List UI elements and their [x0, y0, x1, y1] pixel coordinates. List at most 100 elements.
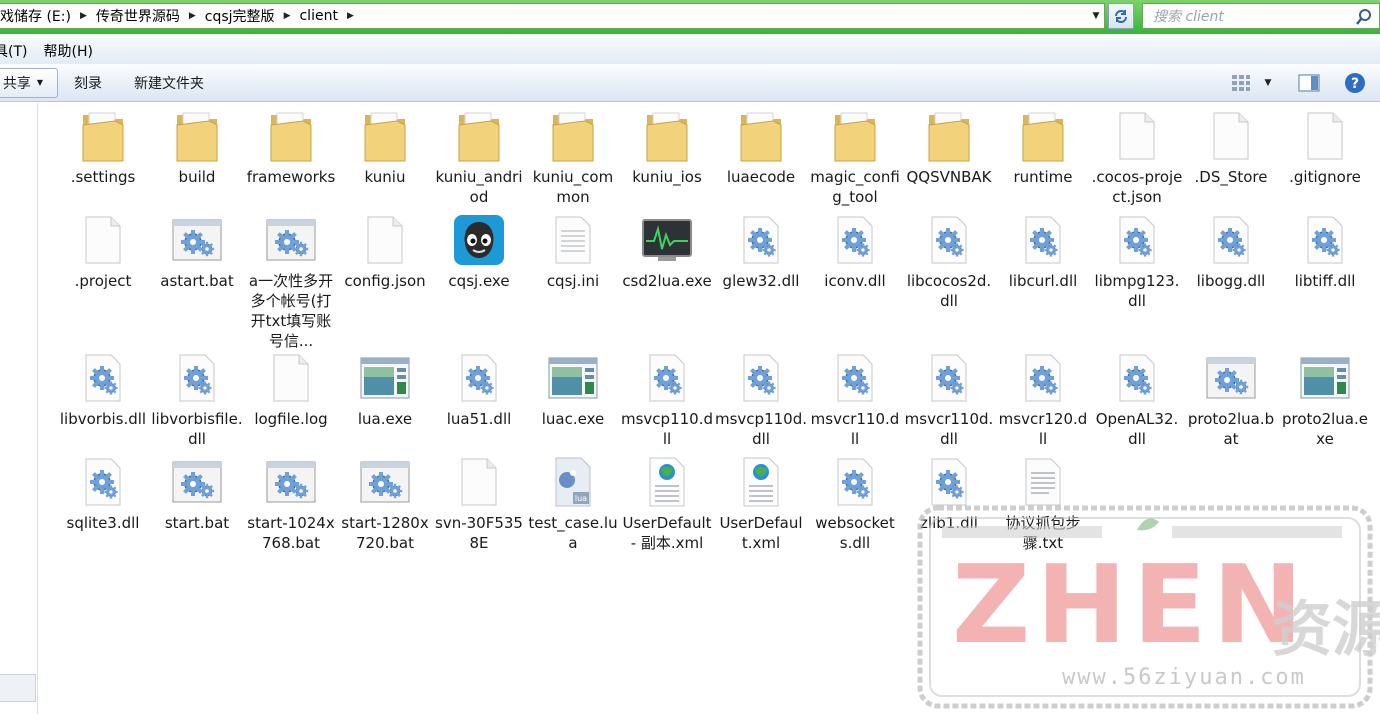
file-item[interactable]: runtime [996, 105, 1090, 187]
file-item[interactable]: msvcp110d.dll [714, 347, 808, 449]
file-item[interactable]: glew32.dll [714, 209, 808, 291]
file-item[interactable]: kuniu [338, 105, 432, 187]
breadcrumb-arrow-icon[interactable]: ▶ [284, 11, 291, 21]
file-item[interactable]: libmpg123.dll [1090, 209, 1184, 311]
file-item[interactable]: a一次性多开多个帐号(打开txt填写账号信... [244, 209, 338, 351]
file-item[interactable]: UserDefault.xml [714, 451, 808, 553]
menu-help[interactable]: 帮助(H) [35, 41, 100, 61]
file-item[interactable]: kuniu_ios [620, 105, 714, 187]
breadcrumb-arrow-icon[interactable]: ▶ [189, 11, 196, 21]
file-item-label: proto2lua.exe [1281, 410, 1368, 448]
file-item[interactable]: config.json [338, 209, 432, 291]
file-item[interactable]: astart.bat [150, 209, 244, 291]
file-item-icon-wrap [338, 209, 432, 271]
refresh-button[interactable] [1108, 3, 1134, 29]
dll-icon [931, 458, 967, 506]
file-item[interactable]: kuniu_common [526, 105, 620, 207]
file-item[interactable]: cqsj.ini [526, 209, 620, 291]
file-item[interactable]: UserDefault - 副本.xml [620, 451, 714, 553]
file-item[interactable]: luac.exe [526, 347, 620, 429]
file-item[interactable]: kuniu_andriod [432, 105, 526, 207]
dll-icon [743, 216, 779, 264]
file-item-label: zlib1.dll [920, 514, 978, 532]
file-item[interactable]: proto2lua.bat [1184, 347, 1278, 449]
file-item[interactable]: websockets.dll [808, 451, 902, 553]
file-item[interactable]: msvcr120.dll [996, 347, 1090, 449]
file-item[interactable]: libtiff.dll [1278, 209, 1372, 291]
address-history-dropdown-icon[interactable]: ▼ [1087, 3, 1105, 29]
search-icon[interactable] [1355, 8, 1373, 26]
file-item-label: astart.bat [160, 272, 234, 290]
file-item[interactable]: msvcp110.dll [620, 347, 714, 449]
preview-pane-button[interactable] [1296, 68, 1322, 98]
breadcrumb-arrow-icon[interactable]: ▶ [80, 11, 87, 21]
breadcrumb-full-version[interactable]: cqsj完整版 ▶ [205, 6, 300, 26]
file-item[interactable]: proto2lua.exe [1278, 347, 1372, 449]
new-folder-button[interactable]: 新建文件夹 [118, 68, 220, 98]
share-label: 共享 [2, 75, 31, 92]
file-item-label: libogg.dll [1196, 272, 1266, 290]
folder-icon [552, 112, 594, 162]
file-item[interactable]: msvcr110d.dll [902, 347, 996, 449]
file-item[interactable]: libvorbisfile.dll [150, 347, 244, 449]
file-item[interactable]: build [150, 105, 244, 187]
menu-tools[interactable]: 具(T) [0, 41, 35, 61]
view-options-button[interactable] [1228, 68, 1254, 98]
file-item[interactable]: .gitignore [1278, 105, 1372, 187]
burn-button[interactable]: 刻录 [58, 68, 118, 98]
file-item[interactable]: .settings [56, 105, 150, 187]
file-item[interactable]: libogg.dll [1184, 209, 1278, 291]
file-item[interactable]: start.bat [150, 451, 244, 533]
navigation-pane[interactable] [0, 103, 38, 714]
file-item[interactable]: 协议抓包步骤.txt [996, 451, 1090, 553]
file-item[interactable]: .DS_Store [1184, 105, 1278, 187]
file-item[interactable]: iconv.dll [808, 209, 902, 291]
file-item[interactable]: start-1024x768.bat [244, 451, 338, 553]
file-item[interactable]: magic_config_tool [808, 105, 902, 207]
address-bar[interactable]: 戏储存 (E:) ▶ 传奇世界源码 ▶ cqsj完整版 ▶ client ▶ [0, 3, 1105, 29]
file-item[interactable]: lua.exe [338, 347, 432, 429]
file-item-label: runtime [1013, 168, 1073, 186]
svg-text:?: ? [1351, 76, 1359, 92]
file-item[interactable]: .cocos-project.json [1090, 105, 1184, 207]
file-item-label: QQSVNBAK [906, 168, 992, 186]
file-item[interactable]: OpenAL32.dll [1090, 347, 1184, 449]
file-item-icon-wrap [150, 347, 244, 409]
file-item[interactable]: msvcr110.dll [808, 347, 902, 449]
breadcrumb-drive[interactable]: 戏储存 (E:) ▶ [0, 6, 96, 26]
file-item[interactable]: sqlite3.dll [56, 451, 150, 533]
breadcrumb-label: 传奇世界源码 [95, 9, 180, 25]
file-item[interactable]: logfile.log [244, 347, 338, 429]
file-item-icon-wrap [902, 451, 996, 513]
view-dropdown-icon[interactable]: ▼ [1260, 68, 1276, 98]
search-input[interactable]: 搜索 client [1142, 3, 1380, 29]
file-item[interactable]: zlib1.dll [902, 451, 996, 533]
file-item[interactable]: QQSVNBAK [902, 105, 996, 187]
file-item[interactable]: libcurl.dll [996, 209, 1090, 291]
breadcrumb-source-folder[interactable]: 传奇世界源码 ▶ [96, 6, 205, 26]
file-item[interactable]: libcocos2d.dll [902, 209, 996, 311]
file-item[interactable]: lua test_case.lua [526, 451, 620, 553]
file-item[interactable]: .project [56, 209, 150, 291]
breadcrumb-arrow-icon[interactable]: ▶ [347, 11, 354, 21]
file-item[interactable]: luaecode [714, 105, 808, 187]
search-placeholder: 搜索 client [1153, 9, 1224, 25]
file-item-icon-wrap [808, 105, 902, 167]
file-item-icon-wrap [150, 105, 244, 167]
file-item[interactable]: csd2lua.exe [620, 209, 714, 291]
file-item[interactable]: lua51.dll [432, 347, 526, 429]
file-item[interactable]: cqsj.exe [432, 209, 526, 291]
folder-icon [834, 112, 876, 162]
breadcrumb-client[interactable]: client ▶ [299, 8, 362, 24]
file-item[interactable]: frameworks [244, 105, 338, 187]
file-item[interactable]: libvorbis.dll [56, 347, 150, 429]
help-button[interactable]: ? [1342, 68, 1368, 98]
file-item-label: .gitignore [1289, 168, 1361, 186]
share-button[interactable]: 共享 ▼ [0, 67, 58, 98]
help-icon: ? [1345, 73, 1365, 93]
file-item[interactable]: start-1280x720.bat [338, 451, 432, 553]
file-item-icon-wrap [808, 209, 902, 271]
file-item-label: svn-30F5358E [435, 514, 523, 552]
file-item[interactable]: svn-30F5358E [432, 451, 526, 553]
navigation-pane-scrollbar[interactable] [0, 674, 36, 702]
